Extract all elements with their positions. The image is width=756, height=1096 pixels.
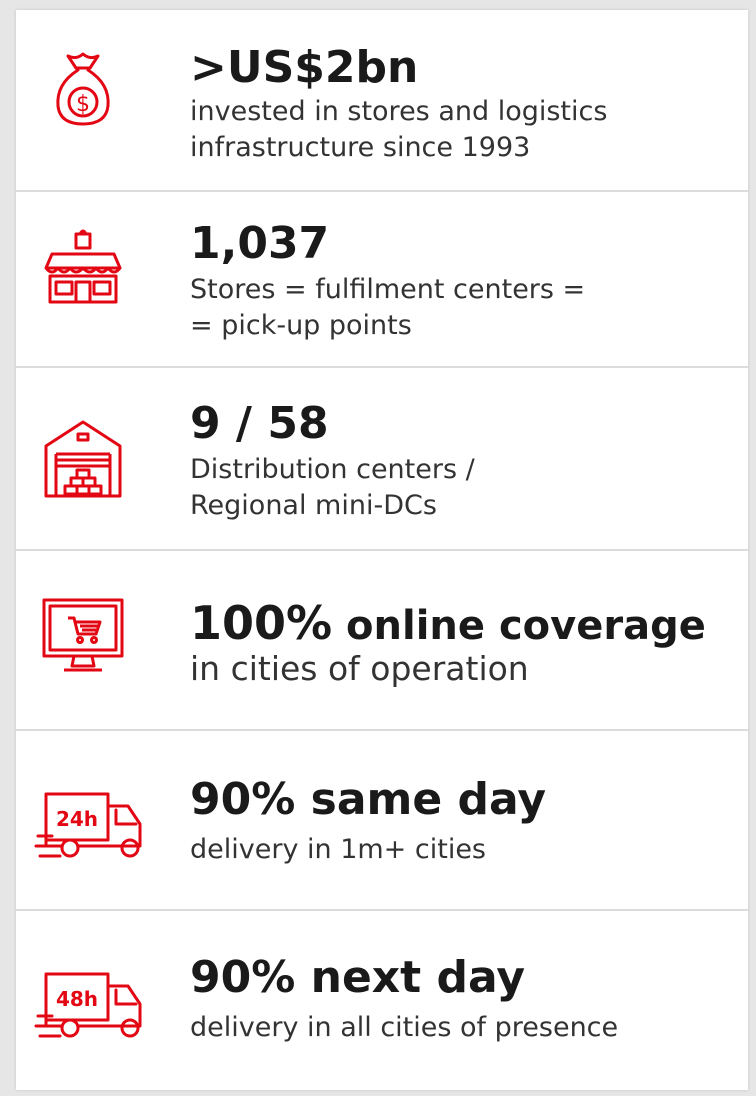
money-bag-icon: $ [38,40,128,130]
stat-description-line: delivery in all cities of presence [190,1012,619,1043]
stat-description-line: delivery in 1m+ cities [190,834,486,865]
stat-description-line: Distribution centers / [190,454,475,485]
stat-headline: 90% next day [190,952,526,1003]
delivery-truck-48h-icon: 48h [34,960,146,1050]
delivery-truck-24h-icon: 24h [34,780,146,870]
warehouse-icon [38,412,128,502]
divider [16,366,748,368]
divider [16,190,748,192]
stat-headline-percent: 100% [190,596,333,650]
stat-headline: 90% same day [190,774,547,825]
stat-description-line: in cities of operation [190,649,529,688]
divider [16,549,748,551]
divider [16,729,748,731]
stat-description-line: infrastructure since 1993 [190,132,531,163]
svg-text:$: $ [76,92,90,117]
online-shop-monitor-icon [38,590,128,680]
svg-text:48h: 48h [56,987,98,1011]
stat-headline: 100% online coverage [190,600,706,646]
stats-card: $ >US$2bn invested in stores and logisti… [16,10,748,1090]
stat-description-line: = pick-up points [190,310,412,341]
stat-description-line: invested in stores and logistics [190,96,608,127]
stat-headline: >US$2bn [190,42,419,93]
divider [16,909,748,911]
stat-headline: 9 / 58 [190,398,329,449]
stat-headline: 1,037 [190,218,330,269]
store-icon [38,220,128,310]
stat-description-line: Stores = fulfilment centers = [190,274,586,305]
stat-description-line: Regional mini-DCs [190,490,437,521]
svg-text:24h: 24h [56,807,98,831]
stat-headline-rest: online coverage [332,603,706,649]
